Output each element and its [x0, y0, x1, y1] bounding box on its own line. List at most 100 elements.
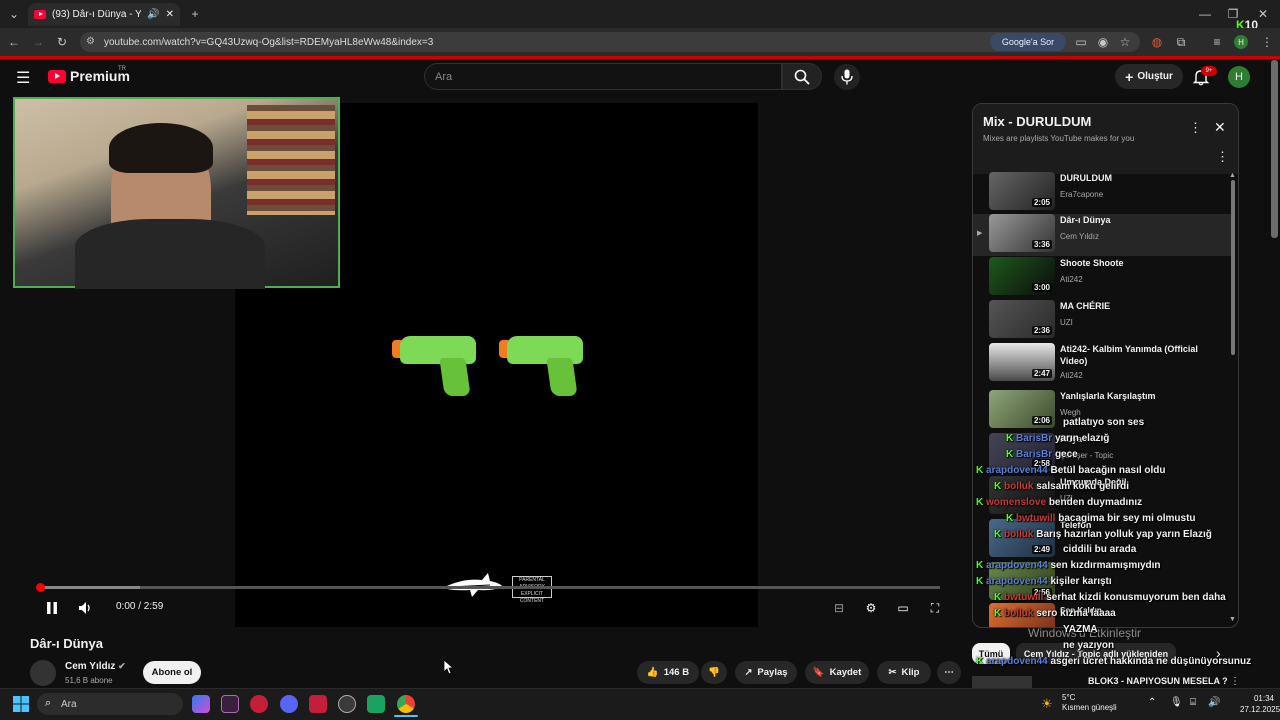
windows-start-icon[interactable]	[13, 696, 29, 712]
chat-message: ciddili bu arada	[1063, 544, 1137, 555]
url-text: youtube.com/watch?v=GQ43Uzwq-Og&list=RDE…	[104, 36, 434, 48]
video-thumbnail: 2:06	[989, 390, 1055, 428]
extension-icon[interactable]: ◍	[1148, 33, 1166, 51]
chat-message: K womenslove benden duymadınız	[976, 497, 1143, 508]
chat-message: K bwtuwill bacagima bir sey mi olmustu	[1006, 513, 1196, 524]
scroll-up-icon[interactable]: ▲	[1229, 172, 1236, 179]
chat-message: K BarisBr yarın elazığ	[1006, 433, 1110, 444]
more-horizontal-icon: ⋯	[944, 667, 954, 678]
search-input[interactable]: Ara	[424, 63, 782, 90]
theater-mode-button[interactable]: ▭	[893, 598, 913, 618]
reading-list-icon[interactable]: ≡	[1208, 33, 1226, 51]
reload-icon[interactable]: ↻	[53, 33, 71, 51]
search-button[interactable]	[782, 63, 822, 90]
channel-avatar[interactable]	[30, 660, 56, 686]
subtitles-button[interactable]: ⊟	[829, 598, 849, 618]
save-button[interactable]: 🔖 Kaydet	[805, 661, 869, 684]
discord-icon[interactable]	[280, 695, 298, 713]
time-display: 0:00 / 2:59	[116, 601, 164, 612]
share-button[interactable]: ↗ Paylaş	[735, 661, 797, 684]
settings-button[interactable]: ⚙	[861, 598, 881, 618]
verified-icon: ✔	[118, 661, 126, 671]
water-gun-icon	[499, 330, 585, 396]
app-icon-red-2[interactable]	[309, 695, 327, 713]
forward-icon[interactable]: →	[29, 33, 47, 51]
scissors-icon: ✂	[888, 667, 897, 678]
chat-message: K arapdoven44 Betül bacağın nasıl oldu	[976, 465, 1166, 476]
close-playlist-icon[interactable]: ✕	[1214, 119, 1226, 136]
browser-profile-avatar[interactable]: H	[1234, 35, 1248, 49]
cast-icon[interactable]: ▭	[1072, 33, 1090, 51]
account-avatar[interactable]: H	[1228, 66, 1250, 88]
microphone-tray-icon[interactable]: 🎙	[1170, 697, 1183, 708]
next-rec-thumbnail[interactable]	[972, 676, 1032, 688]
new-tab-icon[interactable]: +	[186, 5, 204, 23]
page-load-bar	[0, 56, 1280, 59]
subtitles-icon: ⊟	[833, 601, 845, 615]
next-rec-title[interactable]: BLOK3 - NAPIYOSUN MESELA ?	[1088, 676, 1228, 686]
chrome-icon[interactable]	[397, 695, 415, 713]
channel-name[interactable]: Cem Yıldız ✔	[65, 661, 126, 672]
create-button[interactable]: + Oluştur	[1115, 64, 1183, 89]
scroll-down-icon[interactable]: ▼	[1229, 616, 1236, 623]
seek-bar[interactable]	[40, 586, 940, 589]
bookmark-icon: 🔖	[812, 667, 825, 678]
playlist-item[interactable]: 2:05 DURULDUM Era7capone	[973, 172, 1231, 214]
plus-icon: +	[1125, 68, 1134, 85]
dislike-button[interactable]: 👎	[701, 661, 727, 684]
google-ask-button[interactable]: Google'a Sor	[990, 33, 1066, 51]
pause-button[interactable]	[42, 598, 62, 618]
fullscreen-button[interactable]: ⛶	[925, 598, 945, 618]
tab-audio-icon[interactable]: 🔊	[147, 9, 159, 20]
now-playing-icon: ▶	[977, 230, 983, 237]
volume-tray-icon[interactable]: 🔊	[1208, 697, 1220, 708]
subscriber-count: 51,6 B abone	[65, 676, 113, 685]
more-actions-button[interactable]: ⋯	[937, 661, 961, 684]
eye-slash-icon[interactable]: ◉	[1094, 33, 1112, 51]
clip-button[interactable]: ✂ Klip	[877, 661, 931, 684]
network-icon[interactable]: ⌸	[1190, 697, 1196, 708]
tab-close-icon[interactable]: ✕	[166, 9, 174, 20]
playlist-item[interactable]: 2:47 Ati242- Kalbim Yanımda (Official Vi…	[973, 343, 1231, 385]
gear-icon: ⚙	[865, 601, 877, 615]
voice-search-button[interactable]	[834, 64, 860, 90]
playlist-item-current[interactable]: ▶ 3:36 Dâr-ı Dünya Cem Yıldız	[973, 214, 1231, 256]
chat-message: K arapdoven44 asgeri ücret hakkında ne d…	[976, 656, 1252, 667]
page-scrollbar[interactable]	[1271, 60, 1278, 238]
system-clock[interactable]: 01:34 27.12.2025	[1240, 693, 1280, 715]
video-thumbnail: 3:36	[989, 214, 1055, 252]
site-info-icon[interactable]: ⚙	[86, 36, 95, 47]
playlist-menu-icon[interactable]: ⋮	[1189, 120, 1202, 136]
playlist-options-icon[interactable]: ⋮	[1216, 149, 1229, 165]
app-icon-red[interactable]	[250, 695, 268, 713]
bookshelf	[247, 105, 335, 215]
minimize-icon[interactable]: —	[1196, 5, 1214, 23]
back-icon[interactable]: ←	[5, 33, 23, 51]
visual-studio-icon[interactable]	[221, 695, 239, 713]
playlist-item[interactable]: 2:36 MA CHÉRIE UZI	[973, 300, 1231, 342]
tray-overflow-icon[interactable]: ⌃	[1148, 697, 1156, 708]
tab-list-icon[interactable]: ⌄	[5, 5, 23, 23]
bookmark-star-icon[interactable]: ☆	[1116, 33, 1134, 51]
copilot-icon[interactable]	[192, 695, 210, 713]
chat-message: K arapdoven44 sen kızdırmamışmıydın	[976, 560, 1161, 571]
pause-icon	[47, 602, 57, 614]
taskbar-search-box[interactable]: Ara	[37, 693, 183, 715]
volume-button[interactable]	[76, 598, 96, 618]
guide-menu-icon[interactable]: ☰	[16, 68, 30, 88]
chat-message: K BarisBr gece	[1006, 449, 1078, 460]
playlist-scrollbar[interactable]	[1231, 180, 1235, 355]
address-bar[interactable]: youtube.com/watch?v=GQ43Uzwq-Og&list=RDE…	[80, 32, 1140, 52]
like-button[interactable]: 👍 146 B	[637, 661, 699, 684]
next-rec-menu-icon[interactable]: ⋮	[1230, 676, 1240, 687]
subscribe-button[interactable]: Abone ol	[143, 661, 201, 684]
weather-widget[interactable]: 5°C Kısmen güneşli	[1062, 693, 1117, 713]
playlist-item[interactable]: 3:00 Shoote Shoote Ati242	[973, 257, 1231, 299]
thumbs-down-icon: 👎	[708, 667, 720, 678]
github-icon[interactable]	[338, 695, 356, 713]
app-icon-green[interactable]	[367, 695, 385, 713]
browser-menu-icon[interactable]: ⋮	[1258, 33, 1276, 51]
browser-tab[interactable]: (93) Dâr-ı Dünya - YouTube 🔊 ✕	[28, 3, 180, 26]
seek-handle[interactable]	[36, 583, 45, 592]
extensions-puzzle-icon[interactable]: ⧉	[1172, 33, 1190, 51]
